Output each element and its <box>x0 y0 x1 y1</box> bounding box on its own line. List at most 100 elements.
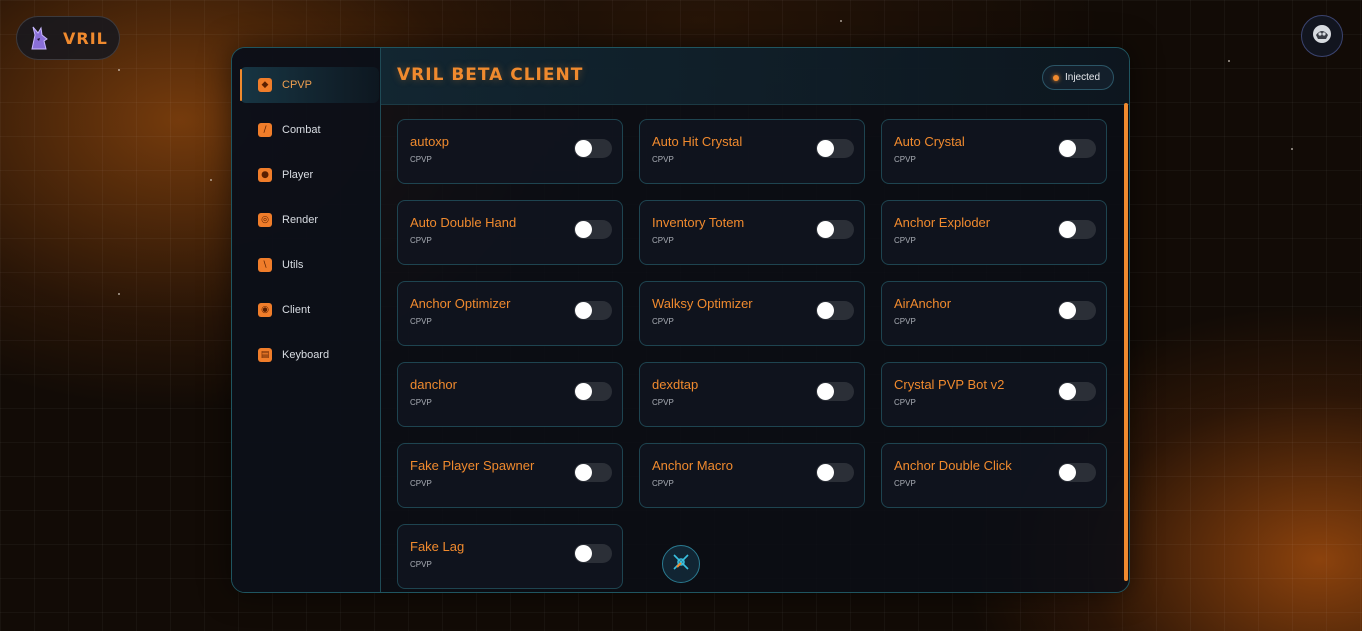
module-category: CPVP <box>652 479 674 488</box>
background-star <box>1228 60 1230 62</box>
module-toggle[interactable] <box>574 139 612 158</box>
toggle-knob <box>817 464 834 481</box>
module-name: Anchor Optimizer <box>410 296 511 311</box>
sidebar-item-render[interactable]: ◎ Render <box>240 202 379 238</box>
module-card: dexdtap CPVP <box>639 362 865 427</box>
background-star <box>840 20 842 22</box>
status-dot-icon <box>1053 74 1059 81</box>
module-card: Crystal PVP Bot v2 CPVP <box>881 362 1107 427</box>
keyboard-icon: ▤ <box>258 348 272 362</box>
background-star <box>118 293 120 295</box>
background-star <box>1291 148 1293 150</box>
module-name: Inventory Totem <box>652 215 745 230</box>
crystal-icon: ◆ <box>258 78 272 92</box>
module-toggle[interactable] <box>574 382 612 401</box>
module-card: Anchor Double Click CPVP <box>881 443 1107 508</box>
wrench-icon: \ <box>258 258 272 272</box>
toggle-knob <box>1059 464 1076 481</box>
client-window: ◆ CPVP / Combat ● Player ◎ Render \ Util… <box>231 47 1130 593</box>
toggle-knob <box>575 383 592 400</box>
module-name: Fake Player Spawner <box>410 458 535 473</box>
toggle-knob <box>575 464 592 481</box>
module-name: Anchor Macro <box>652 458 733 473</box>
sidebar-item-label: CPVP <box>282 79 312 91</box>
module-card: Auto Hit Crystal CPVP <box>639 119 865 184</box>
module-category: CPVP <box>410 317 432 326</box>
module-toggle[interactable] <box>816 301 854 320</box>
sidebar-item-label: Client <box>282 304 311 316</box>
module-toggle[interactable] <box>574 463 612 482</box>
module-toggle[interactable] <box>574 220 612 239</box>
module-toggle[interactable] <box>1058 220 1096 239</box>
module-card: AirAnchor CPVP <box>881 281 1107 346</box>
radar-button[interactable] <box>662 545 700 583</box>
module-category: CPVP <box>894 479 916 488</box>
status-badge: Injected <box>1042 65 1114 90</box>
module-toggle[interactable] <box>1058 301 1096 320</box>
avatar-button[interactable] <box>1301 15 1343 57</box>
module-toggle[interactable] <box>574 544 612 563</box>
module-category: CPVP <box>894 236 916 245</box>
sidebar-item-player[interactable]: ● Player <box>240 157 379 193</box>
background-star <box>210 179 212 181</box>
sidebar-item-label: Combat <box>282 124 321 136</box>
module-toggle[interactable] <box>574 301 612 320</box>
scrollbar[interactable] <box>1124 103 1128 581</box>
module-category: CPVP <box>652 155 674 164</box>
sidebar-item-cpvp[interactable]: ◆ CPVP <box>240 67 379 103</box>
module-name: danchor <box>410 377 457 392</box>
module-name: Auto Hit Crystal <box>652 134 743 149</box>
module-category: CPVP <box>894 317 916 326</box>
toggle-knob <box>575 140 592 157</box>
module-card: Fake Player Spawner CPVP <box>397 443 623 508</box>
module-toggle[interactable] <box>816 382 854 401</box>
toggle-knob <box>575 302 592 319</box>
module-category: CPVP <box>410 155 432 164</box>
toggle-knob <box>575 545 592 562</box>
module-card: Anchor Macro CPVP <box>639 443 865 508</box>
module-name: Fake Lag <box>410 539 465 554</box>
module-category: CPVP <box>652 317 674 326</box>
module-name: Auto Crystal <box>894 134 965 149</box>
module-card: danchor CPVP <box>397 362 623 427</box>
module-card: Anchor Optimizer CPVP <box>397 281 623 346</box>
sidebar-item-label: Render <box>282 214 319 226</box>
module-name: autoxp <box>410 134 450 149</box>
module-category: CPVP <box>894 155 916 164</box>
module-category: CPVP <box>410 398 432 407</box>
page-title: VRIL BETA CLIENT <box>397 65 584 85</box>
brand-logo-pill[interactable]: VRIL <box>16 16 120 60</box>
module-toggle[interactable] <box>816 463 854 482</box>
wolf-logo-icon <box>27 25 53 51</box>
sidebar-item-utils[interactable]: \ Utils <box>240 247 379 283</box>
main-panel: VRIL BETA CLIENT Injected autoxp CPVP Auto… <box>381 48 1129 592</box>
module-name: Anchor Exploder <box>894 215 991 230</box>
toggle-knob <box>1059 140 1076 157</box>
module-name: AirAnchor <box>894 296 952 311</box>
module-card: Walksy Optimizer CPVP <box>639 281 865 346</box>
module-toggle[interactable] <box>816 220 854 239</box>
module-category: CPVP <box>894 398 916 407</box>
sidebar: ◆ CPVP / Combat ● Player ◎ Render \ Util… <box>232 48 381 592</box>
module-toggle[interactable] <box>1058 139 1096 158</box>
module-toggle[interactable] <box>1058 382 1096 401</box>
module-toggle[interactable] <box>1058 463 1096 482</box>
module-category: CPVP <box>410 560 432 569</box>
module-name: Crystal PVP Bot v2 <box>894 377 1005 392</box>
module-name: dexdtap <box>652 377 699 392</box>
module-name: Anchor Double Click <box>894 458 1012 473</box>
status-text: Injected <box>1065 72 1101 83</box>
sidebar-item-combat[interactable]: / Combat <box>240 112 379 148</box>
sidebar-item-keyboard[interactable]: ▤ Keyboard <box>240 337 379 373</box>
module-category: CPVP <box>652 236 674 245</box>
sidebar-item-client[interactable]: ◉ Client <box>240 292 379 328</box>
sidebar-item-label: Keyboard <box>282 349 330 361</box>
avatar-icon <box>1311 23 1333 50</box>
toggle-knob <box>1059 383 1076 400</box>
module-toggle[interactable] <box>816 139 854 158</box>
brand-name: VRIL <box>63 28 108 48</box>
module-card: autoxp CPVP <box>397 119 623 184</box>
sidebar-item-label: Player <box>282 169 314 181</box>
background-star <box>118 69 120 71</box>
toggle-knob <box>817 140 834 157</box>
